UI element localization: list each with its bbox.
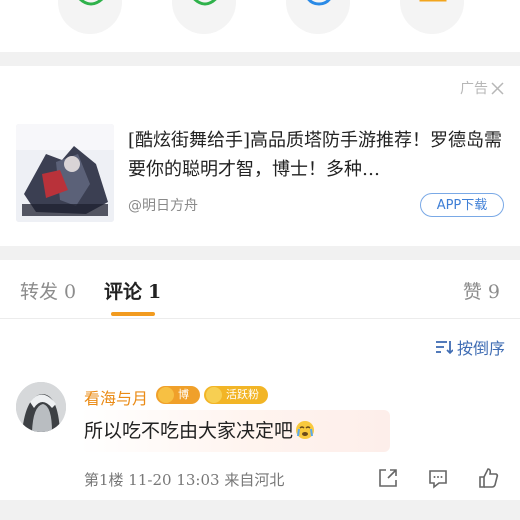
save-image-button[interactable] — [400, 0, 464, 34]
sort-icon — [435, 341, 453, 355]
ad-game-artwork — [16, 124, 114, 222]
lightning-icon — [206, 387, 222, 403]
share-row — [0, 0, 520, 52]
comment-text[interactable]: 所以吃不吃由大家决定吧 — [84, 416, 315, 443]
ad-card[interactable]: 广告 [酷炫街舞给手]高品质塔防手游推荐！罗德岛需要你的聪明才智，博士！多种… … — [0, 66, 520, 246]
save-image-icon — [419, 0, 447, 2]
tab-like-label: 赞 — [462, 281, 482, 303]
tab-repost-label: 转发 — [20, 281, 59, 303]
ad-label-text: 广告 — [460, 81, 488, 97]
tab-repost[interactable]: 转发 0 — [20, 277, 76, 304]
tab-like-count: 9 — [487, 281, 500, 303]
tab-comment-count: 1 — [148, 281, 162, 303]
avatar-image — [16, 382, 66, 432]
comment-username[interactable]: 看海与月 — [84, 385, 148, 409]
active-fan-badge: 活跃粉丝 — [204, 386, 268, 419]
comment-text-content: 所以吃不吃由大家决定吧 — [84, 420, 294, 442]
ad-label[interactable]: 广告 — [460, 78, 504, 98]
reply-icon[interactable] — [427, 467, 449, 489]
qq-icon — [307, 0, 331, 6]
tab-comment-label: 评论 — [104, 281, 143, 303]
tab-comment[interactable]: 评论 1 — [104, 277, 161, 304]
sort-order-label: 按倒序 — [456, 339, 505, 358]
author-badge: 博主 — [156, 386, 200, 419]
tab-like[interactable]: 赞9 — [463, 277, 500, 304]
wechat-icon — [78, 0, 104, 6]
crying-emoji-icon — [296, 420, 315, 439]
ad-title[interactable]: [酷炫街舞给手]高品质塔防手游推荐！罗德岛需要你的聪明才智，博士！多种… — [128, 126, 508, 184]
bottom-divider — [0, 500, 520, 520]
tab-bar: 转发 0 评论 1 赞9 — [0, 260, 520, 319]
ad-source[interactable]: @明日方舟 — [128, 195, 198, 215]
sort-order-button[interactable]: 按倒序 — [435, 335, 505, 359]
app-download-button[interactable]: APP下载 — [420, 193, 504, 217]
like-icon[interactable] — [477, 467, 499, 489]
ad-thumbnail[interactable] — [16, 124, 114, 222]
close-icon[interactable] — [491, 81, 504, 95]
active-tab-indicator — [111, 312, 155, 316]
comment-meta: 第1楼 11-20 13:03 来自河北 — [84, 471, 285, 489]
share-icon[interactable] — [377, 467, 399, 489]
comment-list: 按倒序 看海与月 博主 活跃粉丝 所以吃不吃由大家决定吧 第1楼 11-20 1… — [0, 319, 520, 500]
share-wechat-button[interactable] — [58, 0, 122, 34]
tab-repost-count: 0 — [64, 281, 77, 303]
moments-icon — [193, 0, 217, 6]
avatar[interactable] — [16, 382, 66, 432]
share-qq-button[interactable] — [286, 0, 350, 34]
share-moments-button[interactable] — [172, 0, 236, 34]
crown-icon — [158, 387, 174, 403]
